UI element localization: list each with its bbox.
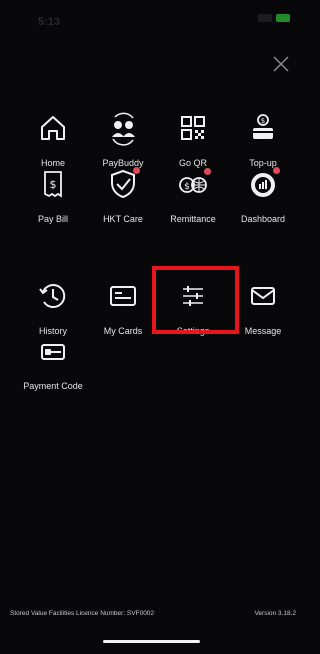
menu-item-history[interactable]: History (15, 276, 91, 337)
menu-item-label: Pay Bill (37, 214, 68, 224)
close-icon (273, 56, 289, 72)
menu-item-paybuddy[interactable]: PayBuddy (85, 108, 161, 169)
menu-item-label: Payment Code (23, 381, 83, 391)
svg-text:$: $ (261, 117, 265, 125)
mail-icon (251, 287, 275, 305)
notification-dot (273, 167, 280, 174)
bill-icon: $ (44, 171, 62, 198)
notification-dot (133, 167, 140, 174)
card-icon (110, 286, 136, 306)
menu-item-remittance[interactable]: $ Remittance (155, 164, 231, 225)
menu-item-message[interactable]: Message (225, 276, 301, 337)
sliders-icon (183, 286, 203, 306)
home-indicator (103, 640, 200, 643)
menu-item-label: Dashboard (240, 214, 286, 224)
menu-item-settings[interactable]: Settings (155, 276, 231, 337)
top-up-icon: $ (253, 114, 273, 139)
payment-code-icon (41, 344, 65, 360)
menu-item-payment-code[interactable]: Payment Code (15, 332, 91, 392)
status-time: 5:13 (38, 16, 61, 28)
close-button[interactable] (272, 55, 290, 73)
menu-item-label: HKT Care (103, 214, 143, 224)
history-icon (39, 284, 66, 309)
svg-text:$: $ (50, 178, 57, 191)
menu-item-home[interactable]: Home (15, 108, 91, 169)
menu-item-label: Message (244, 326, 282, 336)
menu-item-label: Settings (176, 326, 210, 336)
battery-icon (276, 14, 290, 22)
svg-text:$: $ (184, 182, 190, 192)
licence-text: Stored Value Facilities Licence Number: … (10, 610, 155, 617)
menu-item-label: Remittance (170, 214, 216, 224)
menu-item-go-qr[interactable]: Go QR (155, 108, 231, 169)
notification-dot (204, 168, 211, 175)
menu-item-hkt-care[interactable]: HKT Care (85, 164, 161, 225)
signal-icon (258, 14, 272, 22)
status-icons (258, 14, 290, 22)
menu-item-dashboard[interactable]: Dashboard (225, 164, 301, 225)
status-bar: 5:13 (0, 0, 304, 40)
home-icon (41, 116, 65, 140)
version-text: Version 3.18.2 (254, 610, 296, 617)
menu-item-my-cards[interactable]: My Cards (85, 276, 161, 337)
paybuddy-icon (112, 112, 135, 146)
menu-item-top-up[interactable]: $ Top-up (225, 108, 301, 169)
menu-item-pay-bill[interactable]: $ Pay Bill (15, 164, 91, 225)
menu-item-label: My Cards (103, 326, 143, 336)
qr-code-icon (181, 116, 205, 140)
